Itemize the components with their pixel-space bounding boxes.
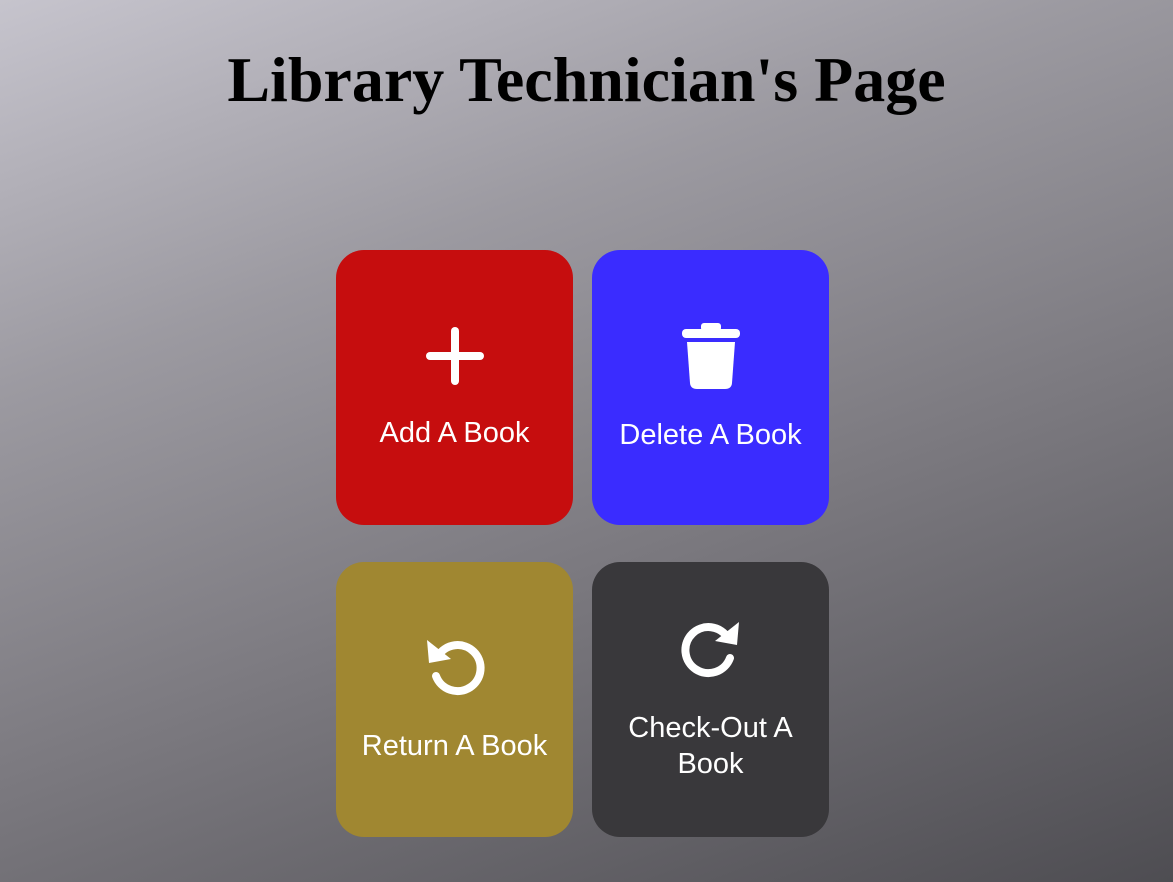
plus-icon: [425, 326, 484, 385]
return-book-button[interactable]: Return A Book: [336, 562, 573, 837]
add-book-label: Add A Book: [379, 416, 530, 449]
trash-icon: [681, 322, 740, 389]
rotate-left-icon: [426, 639, 485, 695]
delete-book-label: Delete A Book: [619, 418, 802, 451]
return-book-label: Return A Book: [361, 729, 548, 762]
delete-book-button[interactable]: Delete A Book: [592, 250, 829, 525]
add-book-button[interactable]: Add A Book: [336, 250, 573, 525]
page-title: Library Technician's Page: [227, 44, 946, 115]
checkout-book-button[interactable]: Check-Out A Book: [592, 562, 829, 837]
rotate-right-icon: [680, 621, 739, 677]
checkout-book-label: Check-Out A Book: [628, 711, 793, 780]
